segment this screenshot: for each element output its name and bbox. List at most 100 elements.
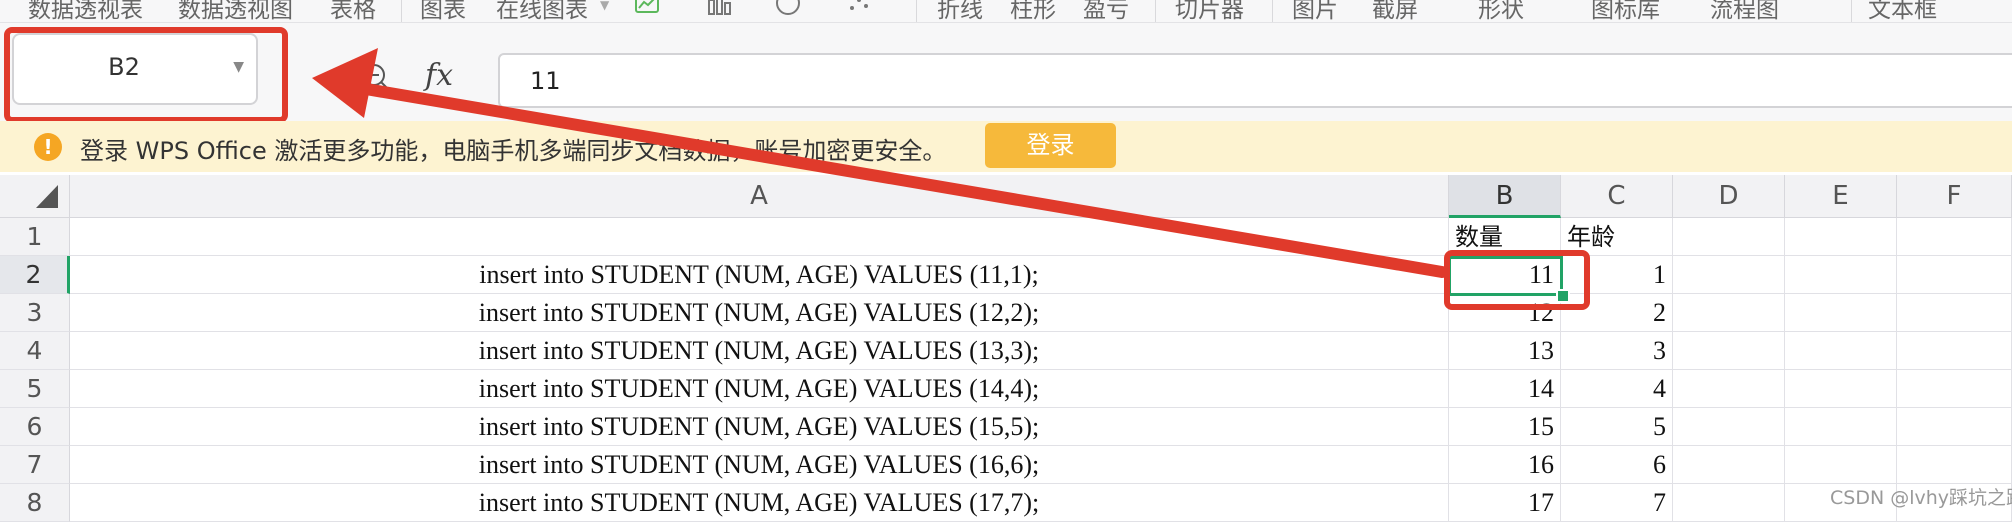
cell-b2[interactable]: 11 [1449,256,1561,294]
cell-b1[interactable]: 数量 [1449,218,1561,256]
cell-c8[interactable]: 7 [1561,484,1673,522]
cell-d2[interactable] [1673,256,1785,294]
cell-b3[interactable]: 12 [1449,294,1561,332]
toolbar-divider [1155,0,1156,22]
cell-f7[interactable] [1897,446,2012,484]
cell-e7[interactable] [1785,446,1897,484]
cell-d6[interactable] [1673,408,1785,446]
cell-d3[interactable] [1673,294,1785,332]
cell-e3[interactable] [1785,294,1897,332]
login-button[interactable]: 登录 [985,123,1116,168]
column-header-a[interactable]: A [70,175,1449,218]
warning-icon: ! [34,133,62,161]
cell-a8[interactable]: insert into STUDENT (NUM, AGE) VALUES (1… [70,484,1449,522]
cell-a7[interactable]: insert into STUDENT (NUM, AGE) VALUES (1… [70,446,1449,484]
cell-c7[interactable]: 6 [1561,446,1673,484]
row-header[interactable]: 8 [0,484,70,522]
row-header[interactable]: 5 [0,370,70,408]
row-header[interactable]: 3 [0,294,70,332]
toolbar-chart[interactable]: 图表 [420,0,466,22]
cell-a1[interactable] [70,218,1449,256]
cell-d8[interactable] [1673,484,1785,522]
row-header[interactable]: 6 [0,408,70,446]
column-header-b[interactable]: B [1449,175,1561,218]
spreadsheet-grid: A B C D E F 1 数量 年龄 2 insert into STUDENT (N… [0,175,2012,522]
insert-chart-icon[interactable] [634,0,660,16]
column-header-c[interactable]: C [1561,175,1673,218]
fx-button[interactable]: fx [425,58,453,93]
toolbar-column[interactable]: 柱形 [1010,0,1056,22]
cell-d1[interactable] [1673,218,1785,256]
toolbar-slicer[interactable]: 切片器 [1175,0,1244,22]
toolbar-divider [401,0,402,22]
bar-chart-icon[interactable] [706,0,732,16]
cell-c4[interactable]: 3 [1561,332,1673,370]
cell-b5[interactable]: 14 [1449,370,1561,408]
toolbar-pivot-chart[interactable]: 数据透视图 [178,0,293,22]
cell-f1[interactable] [1897,218,2012,256]
toolbar-pivot-table[interactable]: 数据透视表 [28,0,143,22]
toolbar-divider [1272,0,1273,22]
cell-d7[interactable] [1673,446,1785,484]
fill-handle[interactable] [1556,289,1570,303]
toolbar-icon-library[interactable]: 图标库 [1591,0,1660,22]
name-box-dropdown-icon[interactable]: ▼ [233,59,244,75]
toolbar-picture[interactable]: 图片 [1292,0,1338,22]
watermark: CSDN @lvhy踩坑之路 [1830,487,2012,509]
zoom-icon[interactable] [361,62,391,92]
row-header[interactable]: 4 [0,332,70,370]
toolbar-textbox[interactable]: 文本框 [1868,0,1937,22]
chevron-down-icon[interactable]: ▼ [600,0,609,12]
banner-message: 登录 WPS Office 激活更多功能，电脑手机多端同步文档数据，账号加密更安… [80,137,947,165]
cell-d5[interactable] [1673,370,1785,408]
toolbar-line[interactable]: 折线 [937,0,983,22]
cell-a6[interactable]: insert into STUDENT (NUM, AGE) VALUES (1… [70,408,1449,446]
cell-c6[interactable]: 5 [1561,408,1673,446]
cell-b8[interactable]: 17 [1449,484,1561,522]
cell-c2[interactable]: 1 [1561,256,1673,294]
cell-b4[interactable]: 13 [1449,332,1561,370]
name-box[interactable]: B2 ▼ [12,33,258,105]
cell-a2[interactable]: insert into STUDENT (NUM, AGE) VALUES (1… [70,256,1449,294]
cell-c3[interactable]: 2 [1561,294,1673,332]
toolbar-shapes[interactable]: 形状 [1478,0,1524,22]
toolbar-divider [1851,0,1852,22]
column-header-e[interactable]: E [1785,175,1897,218]
row-header[interactable]: 2 [0,256,70,294]
toolbar-win-loss[interactable]: 盈亏 [1083,0,1129,22]
cell-f5[interactable] [1897,370,2012,408]
cell-e1[interactable] [1785,218,1897,256]
cell-f2[interactable] [1897,256,2012,294]
row-header[interactable]: 7 [0,446,70,484]
toolbar-screenshot[interactable]: 截屏 [1372,0,1418,22]
select-all-corner[interactable] [0,175,70,218]
toolbar-flowchart[interactable]: 流程图 [1710,0,1779,22]
cell-d4[interactable] [1673,332,1785,370]
cell-c5[interactable]: 4 [1561,370,1673,408]
login-banner: ! 登录 WPS Office 激活更多功能，电脑手机多端同步文档数据，账号加密… [0,121,2012,172]
formula-input[interactable]: 11 [498,53,2012,108]
cell-a4[interactable]: insert into STUDENT (NUM, AGE) VALUES (1… [70,332,1449,370]
cell-e2[interactable] [1785,256,1897,294]
cell-a5[interactable]: insert into STUDENT (NUM, AGE) VALUES (1… [70,370,1449,408]
row-header[interactable]: 1 [0,218,70,256]
cell-b7[interactable]: 16 [1449,446,1561,484]
cell-e5[interactable] [1785,370,1897,408]
cell-e4[interactable] [1785,332,1897,370]
ellipse-icon[interactable] [775,0,801,16]
cell-f6[interactable] [1897,408,2012,446]
cell-f3[interactable] [1897,294,2012,332]
cell-f4[interactable] [1897,332,2012,370]
scatter-icon[interactable] [846,0,872,16]
toolbar-online-chart[interactable]: 在线图表 [496,0,588,22]
column-header-f[interactable]: F [1897,175,2012,218]
cell-c1[interactable]: 年龄 [1561,218,1673,256]
toolbar-table[interactable]: 表格 [330,0,376,22]
cell-a3[interactable]: insert into STUDENT (NUM, AGE) VALUES (1… [70,294,1449,332]
column-header-d[interactable]: D [1673,175,1785,218]
name-box-value: B2 [108,53,140,81]
select-all-icon [36,185,58,208]
formula-value: 11 [530,67,561,95]
cell-b6[interactable]: 15 [1449,408,1561,446]
cell-e6[interactable] [1785,408,1897,446]
